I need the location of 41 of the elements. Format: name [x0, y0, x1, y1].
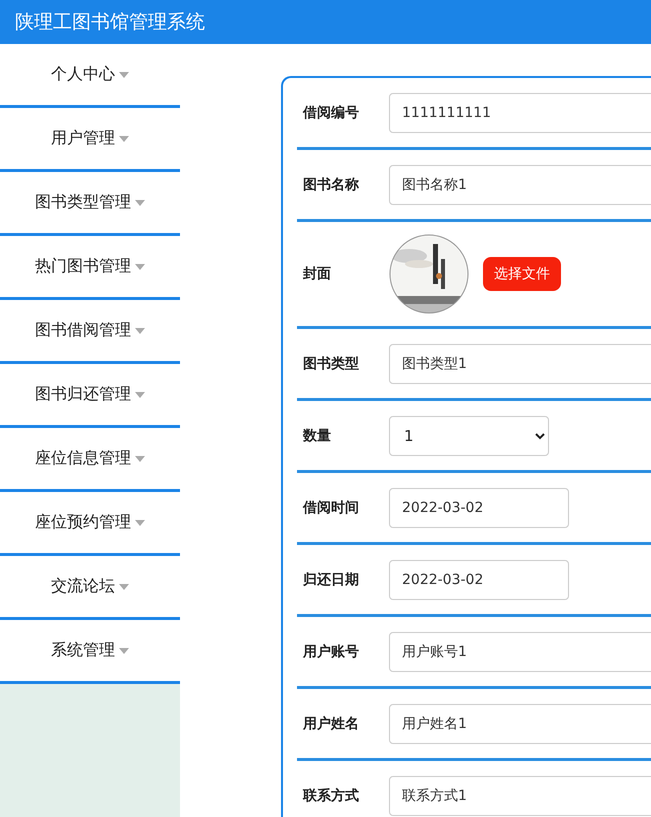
field-label: 用户账号 — [302, 642, 360, 660]
sidebar-item[interactable]: 用户管理 — [0, 108, 180, 172]
caret-icon — [135, 328, 145, 334]
sidebar-item[interactable]: 图书类型管理 — [0, 172, 180, 236]
caret-icon — [119, 136, 129, 142]
field-label: 联系方式 — [302, 786, 360, 804]
caret-icon — [135, 392, 145, 398]
sidebar-item[interactable]: 座位信息管理 — [0, 428, 180, 492]
field-label: 封面 — [302, 265, 332, 283]
date-field[interactable]: 2022-03-02 — [389, 560, 569, 600]
text-field[interactable]: 图书名称1 — [389, 164, 651, 204]
caret-icon — [119, 648, 129, 654]
field-label: 借阅时间 — [302, 498, 360, 516]
app-title: 陕理工图书馆管理系统 — [15, 10, 205, 35]
field-label: 图书类型 — [302, 354, 360, 372]
quantity-select[interactable]: 1 — [389, 416, 549, 456]
caret-icon — [119, 72, 129, 78]
sidebar-item[interactable]: 热门图书管理 — [0, 236, 180, 300]
field-label: 归还日期 — [302, 570, 360, 588]
field-label: 数量 — [302, 426, 332, 444]
date-field[interactable]: 2022-03-02 — [389, 488, 569, 528]
caret-icon — [135, 456, 145, 462]
caret-icon — [135, 200, 145, 206]
sidebar-item[interactable]: 图书借阅管理 — [0, 300, 180, 364]
sidebar-item[interactable]: 个人中心 — [0, 44, 180, 108]
sidebar-item[interactable]: 系统管理 — [0, 620, 180, 684]
text-field[interactable]: 用户姓名1 — [389, 704, 651, 744]
caret-icon — [135, 264, 145, 270]
caret-icon — [135, 520, 145, 526]
choose-file-button[interactable]: 选择文件 — [483, 257, 561, 291]
sidebar-item[interactable]: 图书归还管理 — [0, 364, 180, 428]
caret-icon — [119, 584, 129, 590]
text-field[interactable]: 1111111111 — [389, 92, 651, 132]
sidebar-item[interactable]: 座位预约管理 — [0, 492, 180, 556]
field-label: 用户姓名 — [302, 714, 360, 732]
sidebar-item[interactable]: 交流论坛 — [0, 556, 180, 620]
text-field[interactable]: 用户账号1 — [389, 632, 651, 672]
field-label: 借阅编号 — [302, 104, 360, 122]
text-field[interactable]: 联系方式1 — [389, 776, 651, 816]
text-field[interactable]: 图书类型1 — [389, 344, 651, 384]
field-label: 图书名称 — [302, 176, 360, 194]
